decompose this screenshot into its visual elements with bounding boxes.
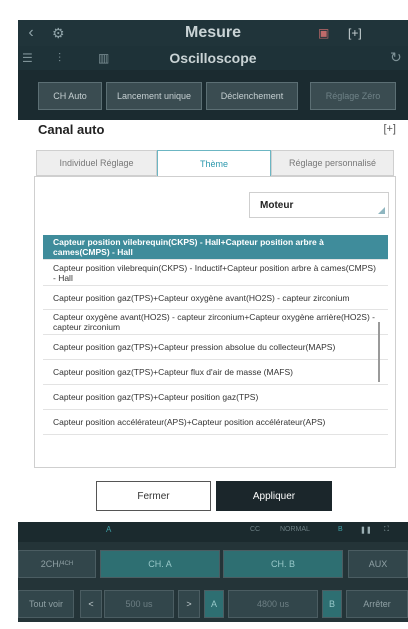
record-icon[interactable]: ▣ — [318, 26, 329, 40]
tab-theme[interactable]: Thème — [157, 150, 271, 177]
fullscreen-icon[interactable]: ⛶ — [384, 526, 389, 534]
timebase-a-value[interactable]: 500 us — [104, 590, 174, 618]
sensor-list: Capteur position vilebrequin(CKPS) - Hal… — [43, 235, 388, 435]
timebase-b-value[interactable]: 4800 us — [228, 590, 318, 618]
subtitle-bar: ☰ ⫶ ▥ Oscilloscope ↻ — [18, 46, 408, 70]
tab-bar: Individuel Réglage Thème Réglage personn… — [36, 150, 394, 177]
app-header: ‹ ⚙ Mesure ▣ [+] ☰ ⫶ ▥ Oscilloscope ↻ CH… — [18, 20, 408, 120]
status-strip: A CC NORMAL B ❚❚ ⛶ — [18, 522, 408, 542]
list-item[interactable]: Capteur position vilebrequin(CKPS) - Hal… — [43, 235, 388, 260]
dialog-actions: Fermer Appliquer — [0, 478, 408, 514]
ch-auto-button[interactable]: CH Auto — [38, 82, 102, 110]
list-item[interactable]: Capteur position gaz(TPS)+Capteur flux d… — [43, 360, 388, 385]
time-row: Tout voir < 500 us > A 4800 us B Arrêter — [18, 590, 408, 620]
expand-icon[interactable]: [+] — [348, 26, 362, 40]
subtitle: Oscilloscope — [169, 50, 257, 66]
cursor-b-button[interactable]: B — [322, 590, 342, 618]
next-button[interactable]: > — [178, 590, 200, 618]
screen: ‹ ⚙ Mesure ▣ [+] ☰ ⫶ ▥ Oscilloscope ↻ CH… — [0, 0, 408, 629]
list-item[interactable]: Capteur position gaz(TPS)+Capteur oxygèn… — [43, 286, 388, 310]
apply-button[interactable]: Appliquer — [216, 481, 332, 511]
list-item[interactable]: Capteur oxygène avant(HO2S) - capteur zi… — [43, 310, 388, 335]
dropdown-value: Moteur — [260, 200, 294, 211]
dialog-title: Canal auto — [38, 122, 105, 137]
channel-a-marker: A — [106, 525, 112, 534]
channel-b-button[interactable]: CH. B — [223, 550, 343, 578]
dropdown-arrow-icon — [378, 207, 385, 214]
refresh-icon[interactable]: ↻ — [390, 49, 402, 66]
scope-controls: A CC NORMAL B ❚❚ ⛶ 2CH/4CH CH. A CH. B A… — [18, 522, 408, 622]
dialog-header: Canal auto [+] — [18, 120, 408, 144]
list-scrollbar[interactable] — [378, 322, 380, 382]
tab-custom-setting[interactable]: Réglage personnalisé — [271, 150, 394, 176]
channel-mode-button[interactable]: 2CH/4CH — [18, 550, 96, 578]
mode-label: NORMAL — [280, 526, 310, 533]
theme-panel: Moteur Capteur position vilebrequin(CKPS… — [34, 176, 396, 468]
view-all-button[interactable]: Tout voir — [18, 590, 74, 618]
trigger-button[interactable]: Déclenchement — [206, 82, 298, 110]
coupling-label: CC — [250, 526, 261, 533]
prev-button[interactable]: < — [80, 590, 102, 618]
list-item[interactable]: Capteur position vilebrequin(CKPS) - Ind… — [43, 260, 388, 286]
list-item[interactable]: Capteur position gaz(TPS)+Capteur positi… — [43, 385, 388, 410]
title-bar: ‹ ⚙ Mesure ▣ [+] — [18, 20, 408, 46]
toolbar: CH Auto Lancement unique Déclenchement R… — [18, 82, 408, 112]
cursor-a-button[interactable]: A — [204, 590, 224, 618]
category-dropdown[interactable]: Moteur — [249, 192, 389, 218]
list-item[interactable]: Capteur position accélérateur(APS)+Capte… — [43, 410, 388, 435]
close-button[interactable]: Fermer — [96, 481, 211, 511]
single-launch-button[interactable]: Lancement unique — [106, 82, 202, 110]
channel-row: 2CH/4CH CH. A CH. B AUX — [18, 550, 408, 580]
tab-individual-setting[interactable]: Individuel Réglage — [36, 150, 157, 176]
aux-button[interactable]: AUX — [348, 550, 408, 578]
fullscreen-icon[interactable]: [+] — [383, 123, 396, 135]
channel-b-marker: B — [338, 526, 343, 533]
pause-icon[interactable]: ❚❚ — [360, 526, 372, 534]
zero-set-button[interactable]: Réglage Zéro — [310, 82, 396, 110]
channel-a-button[interactable]: CH. A — [100, 550, 220, 578]
stop-button[interactable]: Arrêter — [346, 590, 408, 618]
list-item[interactable]: Capteur position gaz(TPS)+Capteur pressi… — [43, 335, 388, 360]
